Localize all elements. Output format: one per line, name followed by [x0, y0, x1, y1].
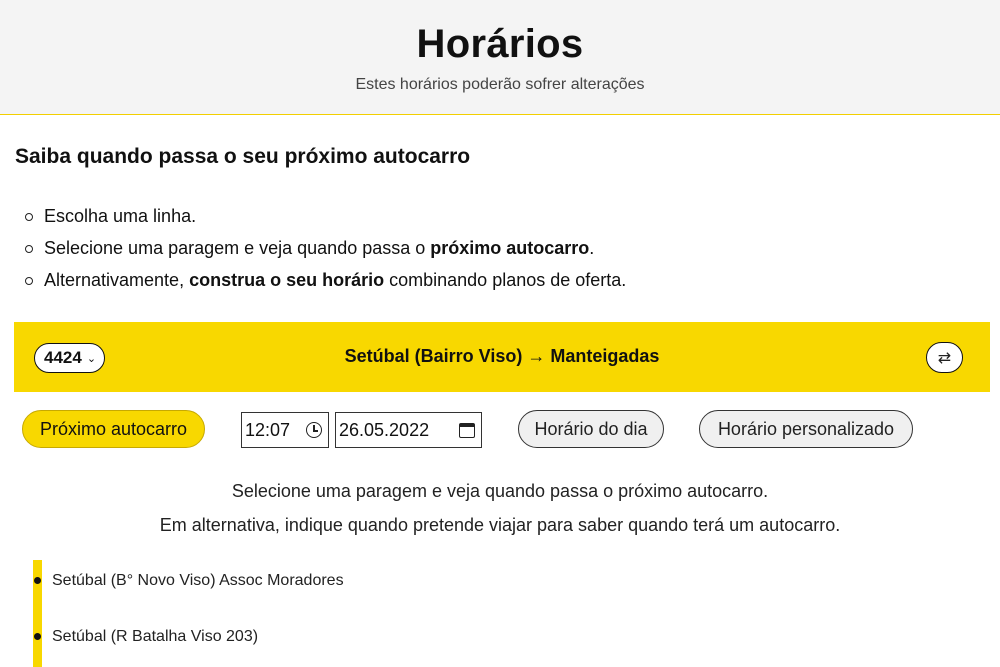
time-input[interactable]: 12:07	[241, 412, 329, 448]
date-value: 26.05.2022	[339, 419, 430, 440]
instruction-text: Alternativamente,	[44, 270, 190, 290]
swap-direction-button[interactable]: ⇄	[926, 342, 963, 373]
instruction-emphasis: construa o seu horário	[189, 270, 385, 290]
section-title: Saiba quando passa o seu próximo autocar…	[15, 145, 471, 168]
instruction-item: Escolha uma linha.	[20, 200, 626, 232]
stops-list: Setúbal (B° Novo Viso) Assoc Moradores S…	[34, 566, 344, 667]
instruction-item: Alternativamente, construa o seu horário…	[20, 264, 626, 296]
custom-schedule-button[interactable]: Horário personalizado	[699, 410, 913, 448]
calendar-icon[interactable]	[459, 422, 475, 438]
hint-text: Em alternativa, indique quando pretende …	[159, 515, 841, 535]
day-schedule-button[interactable]: Horário do dia	[518, 410, 664, 448]
page-title: Horários	[416, 22, 584, 66]
stop-item[interactable]: Setúbal (R Batalha Viso 203)	[34, 622, 344, 667]
time-value: 12:07	[245, 419, 291, 440]
route-title: Setúbal (Bairro Viso) → Manteigadas	[344, 346, 660, 366]
instruction-text: .	[589, 238, 595, 258]
date-input[interactable]: 26.05.2022	[335, 412, 482, 448]
page-subtitle: Estes horários poderão sofrer alterações	[355, 76, 645, 93]
instruction-text: Escolha uma linha.	[44, 206, 197, 226]
stop-name: Setúbal (B° Novo Viso) Assoc Moradores	[52, 572, 344, 589]
line-bar: 4424 ⌄ Setúbal (Bairro Viso) → Manteigad…	[14, 322, 990, 392]
instruction-item: Selecione uma paragem e veja quando pass…	[20, 232, 626, 264]
hint-text: Selecione uma paragem e veja quando pass…	[231, 481, 769, 501]
instruction-text: Selecione uma paragem e veja quando pass…	[44, 238, 431, 258]
instructions-list: Escolha uma linha. Selecione uma paragem…	[20, 200, 626, 296]
instruction-text: combinando planos de oferta.	[384, 270, 627, 290]
next-bus-button[interactable]: Próximo autocarro	[22, 410, 205, 448]
stop-dot-icon	[34, 577, 41, 584]
instruction-emphasis: próximo autocarro	[430, 238, 590, 258]
page-header: Horários Estes horários poderão sofrer a…	[0, 0, 1000, 115]
swap-icon: ⇄	[937, 349, 952, 367]
clock-icon[interactable]	[306, 422, 322, 438]
schedule-controls: Próximo autocarro 12:07 26.05.2022 Horár…	[0, 410, 1000, 450]
stop-item[interactable]: Setúbal (B° Novo Viso) Assoc Moradores	[34, 566, 344, 622]
stop-dot-icon	[34, 633, 41, 640]
stop-name: Setúbal (R Batalha Viso 203)	[52, 628, 259, 645]
